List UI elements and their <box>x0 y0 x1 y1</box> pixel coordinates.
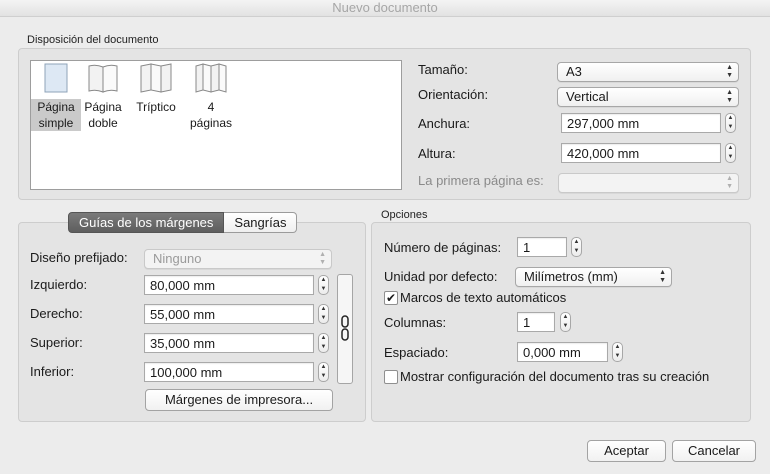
height-field[interactable]: 420,000 mm <box>561 143 721 163</box>
left-margin-field[interactable]: 80,000 mm <box>144 275 314 295</box>
preset-design-value: Ninguno <box>153 251 202 266</box>
right-margin-stepper[interactable]: ▲ ▼ <box>318 304 329 324</box>
preset-label: Página simple <box>31 99 81 131</box>
size-label: Tamaño: <box>418 62 468 77</box>
show-settings-checkbox[interactable] <box>384 370 398 384</box>
single-page-icon <box>31 63 81 97</box>
layout-section-title: Disposición del documento <box>27 34 159 46</box>
window-title: Nuevo documento <box>332 0 438 15</box>
width-field[interactable]: 297,000 mm <box>561 113 721 133</box>
preset-label: Página doble <box>84 100 122 130</box>
default-unit-value: Milímetros (mm) <box>524 269 618 284</box>
tab-bleeds[interactable]: Sangrías <box>224 212 298 233</box>
chain-link-icon <box>341 315 349 341</box>
spacing-stepper[interactable]: ▲ ▼ <box>612 342 623 362</box>
bottom-margin-label: Inferior: <box>30 364 75 379</box>
cancel-button[interactable]: Cancelar <box>672 440 756 462</box>
popup-arrows-icon: ▲ ▼ <box>659 269 666 284</box>
orientation-label: Orientación: <box>418 87 489 102</box>
preset-label: Tríptico <box>136 100 176 114</box>
tab-margin-guides[interactable]: Guías de los márgenes <box>68 212 225 233</box>
right-margin-field[interactable]: 55,000 mm <box>144 304 314 324</box>
left-margin-label: Izquierdo: <box>30 277 88 292</box>
top-margin-field[interactable]: 35,000 mm <box>144 333 314 353</box>
options-section-title: Opciones <box>381 209 428 221</box>
bottom-margin-stepper[interactable]: ▲ ▼ <box>318 362 329 382</box>
preset-single-page[interactable]: Página simple <box>31 63 81 131</box>
orientation-popup[interactable]: Vertical ▲ ▼ <box>557 87 739 107</box>
left-margin-stepper[interactable]: ▲ ▼ <box>318 275 329 295</box>
margins-tabs: Guías de los márgenes Sangrías <box>68 212 298 233</box>
printer-margins-button[interactable]: Márgenes de impresora... <box>145 389 333 411</box>
right-margin-label: Derecho: <box>30 306 83 321</box>
width-stepper[interactable]: ▲ ▼ <box>725 113 736 133</box>
num-pages-field[interactable]: 1 <box>517 237 567 257</box>
default-unit-label: Unidad por defecto: <box>384 269 498 284</box>
columns-label: Columnas: <box>384 315 447 330</box>
top-margin-label: Superior: <box>30 335 83 350</box>
preset-design-label: Diseño prefijado: <box>30 250 128 265</box>
columns-field[interactable]: 1 <box>517 312 555 332</box>
size-value: A3 <box>566 64 582 79</box>
spacing-field[interactable]: 0,000 mm <box>517 342 608 362</box>
first-page-label: La primera página es: <box>418 173 544 188</box>
preset-double-page[interactable]: Página doble <box>81 63 125 131</box>
popup-arrows-icon: ▲ ▼ <box>726 64 733 79</box>
page-layout-list: Página simple Página doble Tríptico 4 pá… <box>30 60 402 190</box>
popup-arrows-icon: ▲ ▼ <box>726 89 733 104</box>
num-pages-stepper[interactable]: ▲ ▼ <box>571 237 582 257</box>
preset-triptych[interactable]: Tríptico <box>131 63 181 115</box>
popup-arrows-icon: ▲ ▼ <box>726 175 733 190</box>
triptych-icon <box>131 63 181 97</box>
checkmark-icon: ✔ <box>385 291 397 305</box>
preset-four-pages[interactable]: 4 páginas <box>185 63 237 131</box>
four-pages-icon <box>185 63 237 97</box>
preset-design-popup[interactable]: Ninguno ▲ ▼ <box>144 249 332 269</box>
window-titlebar: Nuevo documento <box>0 0 770 17</box>
popup-arrows-icon: ▲ ▼ <box>319 251 326 266</box>
width-label: Anchura: <box>418 116 471 131</box>
size-popup[interactable]: A3 ▲ ▼ <box>557 62 739 82</box>
orientation-value: Vertical <box>566 89 609 104</box>
bottom-margin-field[interactable]: 100,000 mm <box>144 362 314 382</box>
accept-button[interactable]: Aceptar <box>587 440 666 462</box>
preset-label: 4 páginas <box>189 100 233 130</box>
link-margins-toggle[interactable] <box>337 274 353 384</box>
default-unit-popup[interactable]: Milímetros (mm) ▲ ▼ <box>515 267 672 287</box>
height-stepper[interactable]: ▲ ▼ <box>725 143 736 163</box>
auto-text-frames-checkbox[interactable]: ✔ <box>384 291 398 305</box>
show-settings-label: Mostrar configuración del documento tras… <box>400 369 710 384</box>
double-page-icon <box>81 63 125 97</box>
top-margin-stepper[interactable]: ▲ ▼ <box>318 333 329 353</box>
spacing-label: Espaciado: <box>384 345 449 360</box>
columns-stepper[interactable]: ▲ ▼ <box>560 312 571 332</box>
first-page-popup[interactable]: ▲ ▼ <box>558 173 739 193</box>
num-pages-label: Número de páginas: <box>384 240 502 255</box>
height-label: Altura: <box>418 146 456 161</box>
auto-text-frames-label: Marcos de texto automáticos <box>400 290 567 305</box>
